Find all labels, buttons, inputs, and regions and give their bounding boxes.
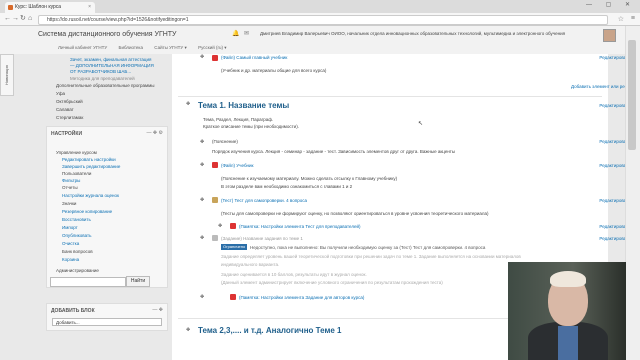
tree-item[interactable]: Дополнительные образовательные программы [56,83,154,88]
quiz-icon [212,197,218,203]
settings-item[interactable]: Администрирование [56,268,99,273]
settings-item[interactable]: Значки [62,201,76,206]
settings-item[interactable]: Редактировать настройки [62,157,116,162]
settings-item[interactable]: Восстановить [62,217,91,222]
site-nav: Личный кабинет УГНТУ Библиотека Сайты УГ… [58,45,237,51]
move-icon[interactable]: ✥ [200,162,204,168]
navtab-label: Навигация [4,65,9,85]
forward-icon[interactable]: → [12,15,19,23]
restriction-text: Недоступно, пока не выполнено: Вы получи… [250,245,486,250]
window-controls[interactable]: — ▢ ✕ [586,1,636,8]
settings-item[interactable]: Опубликовать [62,233,91,238]
addblock-select[interactable]: Добавить... [52,318,162,326]
browser-tab[interactable]: Курс: Шаблон курса × [5,2,95,13]
pdf-icon [230,223,236,229]
move-icon[interactable]: ✥ [186,101,190,107]
settings-title: НАСТРОЙКИ [51,131,83,137]
move-icon[interactable]: ✥ [200,294,204,300]
tree-item[interactable]: Салават [56,107,74,112]
settings-item[interactable]: Фильтры [62,178,80,183]
section-title[interactable]: Тема 2,3,.... и т.д. Аналогично Теме 1 [198,326,342,335]
settings-item[interactable]: Пользователи [62,171,91,176]
tree-item[interactable]: Уфа [56,91,65,96]
tree-item[interactable]: Стерлитамак [56,115,83,120]
address-bar: ← → ↻ ⌂ https://do.rusoil.net/course/vie… [0,13,640,26]
addblock-title: ДОБАВИТЬ БЛОК [51,308,95,314]
site-title[interactable]: Система дистанционного обучения УГНТУ [38,31,177,38]
settings-item[interactable]: Очистка [62,241,79,246]
section-divider [178,96,602,97]
activity-link-dimmed[interactable]: (Задание) Название задания по теме 1 [221,236,303,241]
move-icon[interactable]: ✥ [200,54,204,60]
url-input[interactable]: https://do.rusoil.net/course/view.php?id… [38,15,608,25]
activity-link[interactable]: (Тест) Тест для самопроверки. 4 вопроса [221,198,307,203]
reload-icon[interactable]: ↻ [20,15,26,23]
settings-item[interactable]: Управление курсом [56,150,97,155]
browser-tabbar [0,0,640,13]
move-icon[interactable]: ✥ [186,327,190,333]
label-text: Порядок изучения курса. Лекция - семинар… [212,149,456,154]
navigation-drawer-toggle[interactable]: Навигация [0,54,14,96]
notifications-icon[interactable]: 🔔 [232,30,239,37]
nav-cabinet[interactable]: Личный кабинет УГНТУ [58,45,107,50]
messages-icon[interactable]: ✉ [244,30,249,37]
tree-item[interactable]: ОТ РАЗРАБОТЧИКОВ ШАБ... [70,69,131,74]
tab-title: Курс: Шаблон курса [15,4,62,10]
user-name[interactable]: Дмитриев Владимир Валерьевич ОИОО, начал… [260,31,565,36]
nav-language[interactable]: Русский (ru) ▾ [198,45,226,50]
settings-search-input[interactable] [50,277,126,287]
tree-item[interactable]: Октябрьский [56,99,83,104]
close-tab-icon[interactable]: × [88,2,91,13]
back-icon[interactable]: ← [4,15,11,23]
label-item: (Пояснение) [212,139,238,144]
settings-item[interactable]: Импорт [62,225,78,230]
settings-item[interactable]: Резервное копирование [62,209,112,214]
browser-menu-icon[interactable]: ≡ [631,15,635,22]
restricted-badge: Ограничено [221,244,248,250]
tree-item[interactable]: Методика для преподавателей [70,76,135,81]
nav-sites[interactable]: Сайты УГНТУ ▾ [154,45,187,50]
activity-description: (Пояснение к изучаемому материалу. Можно… [221,176,398,181]
settings-item[interactable]: Завершить редактирование [62,164,120,169]
assignment-icon [212,235,218,241]
settings-item[interactable]: Корзина [62,257,79,262]
move-icon[interactable]: ✥ [200,139,204,145]
section-title[interactable]: Тема 1. Название темы [198,101,289,110]
mouse-cursor-icon: ↖ [418,121,424,127]
webcam-overlay [508,262,626,360]
activity-link[interactable]: (Памятка: Настройки элемента Тест для пр… [239,224,361,229]
move-icon[interactable]: ✥ [218,223,222,229]
move-icon[interactable]: ✥ [200,235,204,241]
activity-description: (Тесты для самопроверки не формируют оце… [221,211,489,216]
activity-description: индивидуального варианта. [221,262,280,267]
tree-item[interactable]: Зачет, экзамен, финальная аттестация [70,57,151,62]
activity-description: Задание определяет уровень вашей теорети… [221,254,521,259]
nav-library[interactable]: Библиотека [119,45,143,50]
activity-description: (Данный элемент администрирует включение… [221,280,443,285]
settings-item[interactable]: Отчеты [62,185,78,190]
activity-description: В этом разделе вам необходимо ознакомить… [221,184,353,189]
favicon-icon [8,5,13,10]
search-button[interactable]: Найти [126,276,150,287]
settings-item[interactable]: Банк вопросов [62,249,93,254]
activity-link[interactable]: (Памятка: Настройки элемента Задание для… [239,295,364,300]
move-icon[interactable]: ✥ [200,197,204,203]
pdf-icon [230,294,236,300]
activity-description: (Учебник и др. материалы общие для всего… [221,68,327,73]
file-icon [212,55,218,61]
activity-link[interactable]: (Файл) Учебник [221,163,254,168]
activity-description: Задание оценивается в 10 баллов, результ… [221,272,367,277]
section-summary: Тема, Раздел, Лекция, Параграф. [203,117,274,122]
scrollbar-thumb[interactable] [628,40,636,150]
section-summary: Краткое описание темы (при необходимости… [203,124,299,129]
bookmark-star-icon[interactable]: ☆ [618,15,624,23]
avatar[interactable] [603,29,616,42]
block-controls-icon[interactable]: — ✥ ⚙ [147,130,163,136]
home-icon[interactable]: ⌂ [28,15,32,23]
settings-item[interactable]: Настройки журнала оценок [62,193,119,198]
file-icon [212,162,218,168]
block-controls-icon[interactable]: — ✥ [152,307,163,313]
activity-link[interactable]: (Файл) Самый главный учебник [221,55,287,60]
tree-item[interactable]: — ДОПОЛНИТЕЛЬНАЯ ИНФОРМАЦИЯ [70,63,154,68]
